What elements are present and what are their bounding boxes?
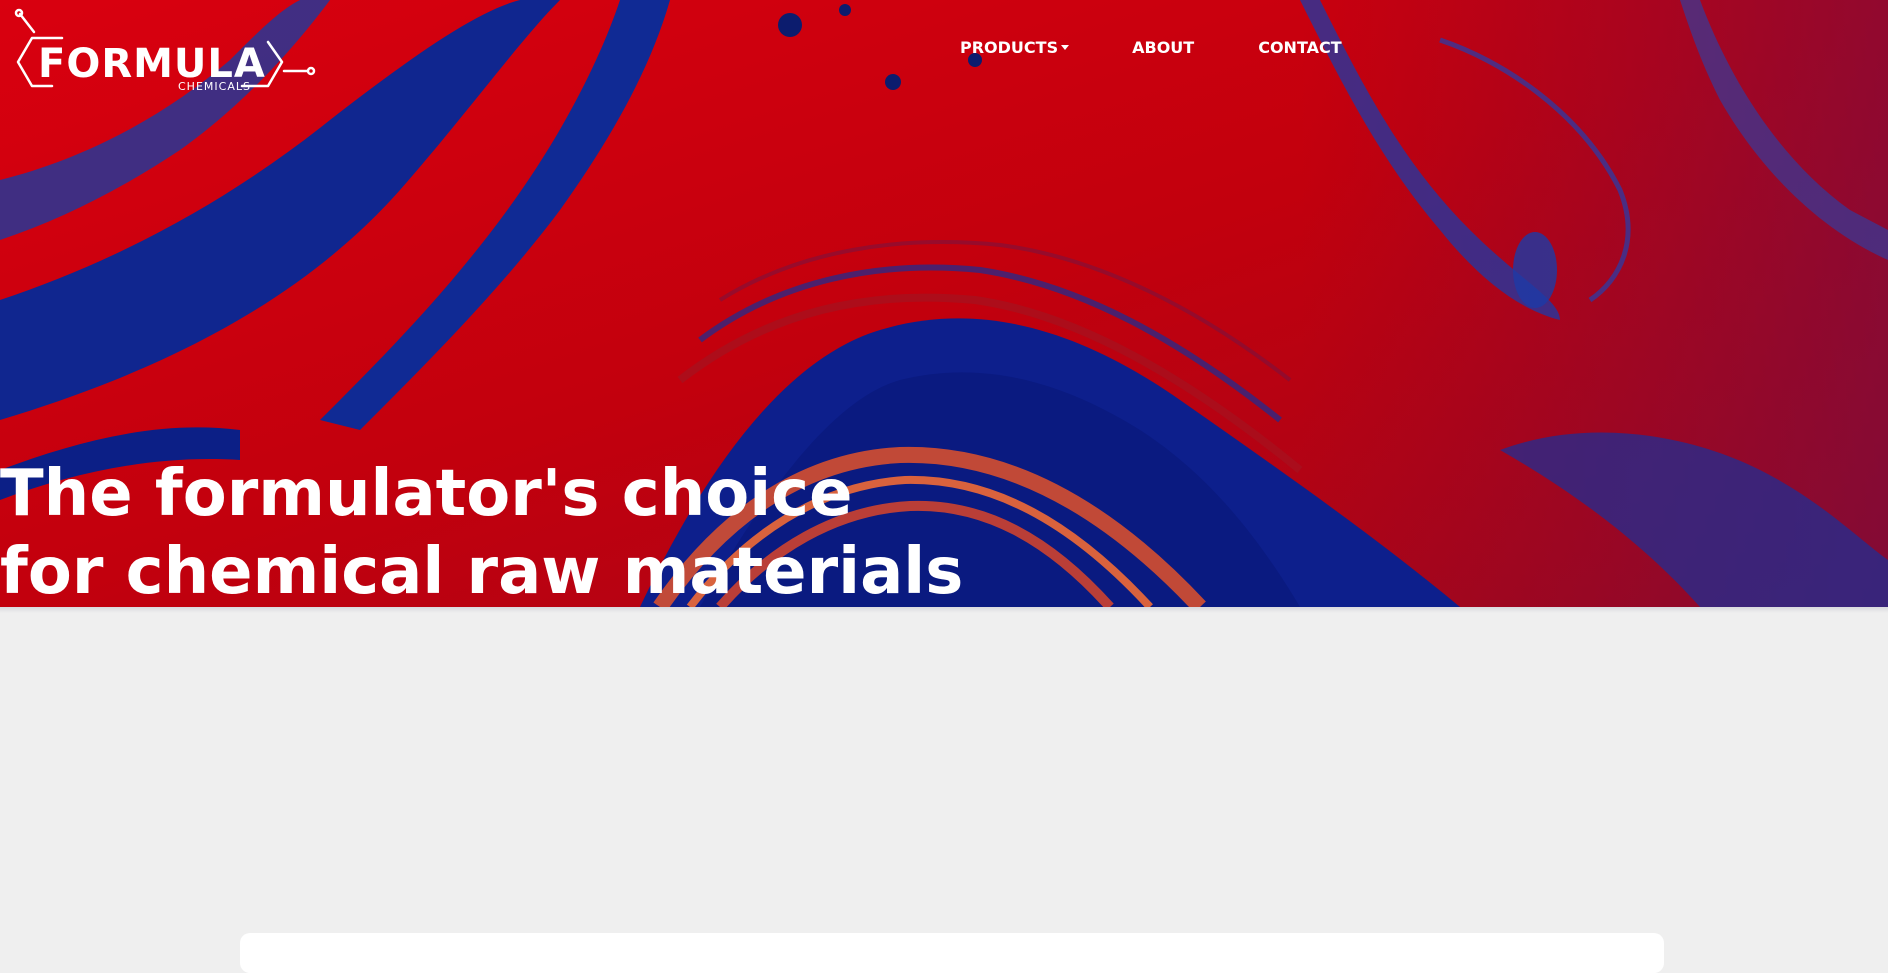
nav-about-link[interactable]: ABOUT — [1132, 37, 1194, 59]
hero-headline: The formulator's choice for chemical raw… — [0, 455, 963, 611]
content-card — [240, 933, 1664, 973]
logo-wordmark: FORMULA — [38, 41, 266, 87]
main-navigation: PRODUCTS ABOUT CONTACT — [960, 37, 1342, 59]
hero-headline-line-1: The formulator's choice — [0, 457, 853, 531]
hero-headline-line-2: for chemical raw materials — [0, 535, 964, 609]
logo-subtitle: CHEMICALS — [178, 80, 251, 93]
logo[interactable]: FORMULA CHEMICALS — [12, 6, 322, 102]
nav-products-label: PRODUCTS — [960, 38, 1059, 57]
nav-products-dropdown[interactable]: PRODUCTS — [960, 37, 1070, 59]
caret-down-icon — [1061, 44, 1070, 50]
nav-contact-link[interactable]: CONTACT — [1258, 37, 1341, 59]
